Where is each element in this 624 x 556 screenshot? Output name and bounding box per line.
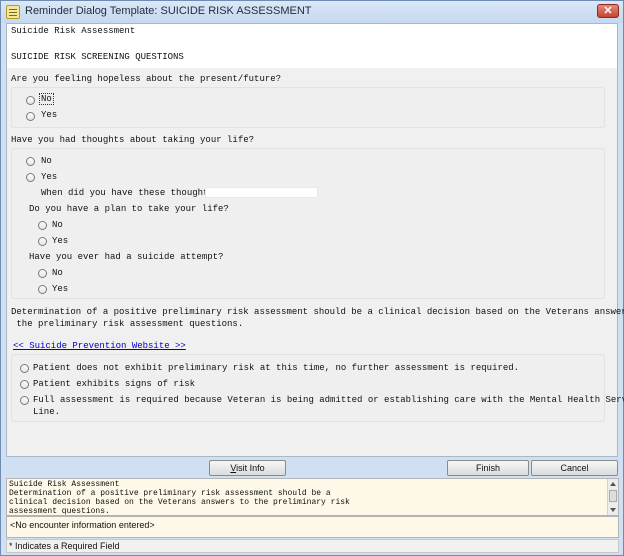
encounter-info: <No encounter information entered> — [6, 516, 619, 538]
preview-scrollbar[interactable] — [607, 479, 618, 515]
status-text: * Indicates a Required Field — [9, 541, 120, 551]
attempt-question: Have you ever had a suicide attempt? — [29, 252, 224, 262]
plan-no-label[interactable]: No — [52, 220, 63, 230]
determination-line-2: the preliminary risk assessment question… — [11, 319, 244, 329]
q2-yes-label[interactable]: Yes — [41, 172, 57, 182]
q2-when-input[interactable] — [205, 187, 318, 198]
preview-line: assessment questions. — [9, 507, 110, 516]
q1-question: Are you feeling hopeless about the prese… — [11, 74, 282, 84]
outcome-full-label-cont: Line. — [33, 407, 61, 417]
status-bar: * Indicates a Required Field — [6, 539, 619, 553]
preview-line: Suicide Risk Assessment — [9, 480, 120, 489]
plan-yes-label[interactable]: Yes — [52, 236, 68, 246]
q2-question: Have you had thoughts about taking your … — [11, 135, 255, 145]
q2-no-label[interactable]: No — [41, 156, 52, 166]
attempt-no-radio[interactable] — [38, 269, 47, 278]
attempt-no-label[interactable]: No — [52, 268, 63, 278]
q1-no-label[interactable]: No — [39, 93, 54, 105]
outcome-signs-radio[interactable] — [20, 380, 29, 389]
outcome-full-label[interactable]: Full assessment is required because Vete… — [33, 395, 624, 405]
note-preview[interactable]: Suicide Risk Assessment Determination of… — [6, 478, 619, 516]
scroll-thumb[interactable] — [609, 490, 617, 502]
plan-question: Do you have a plan to take your life? — [29, 204, 229, 214]
q2-when-label: When did you have these thoughts? — [41, 188, 220, 198]
cancel-button[interactable]: Cancel — [531, 460, 618, 476]
preview-line: clinical decision based on the Veterans … — [9, 498, 350, 507]
dialog-heading: Suicide Risk Assessment — [11, 26, 136, 36]
template-content: Suicide Risk Assessment SUICIDE RISK SCR… — [6, 23, 624, 457]
window-title: Reminder Dialog Template: SUICIDE RISK A… — [25, 5, 312, 17]
attempt-yes-radio[interactable] — [38, 285, 47, 294]
q2-group: No Yes When did you have these thoughts?… — [11, 148, 605, 299]
q2-no-radio[interactable] — [26, 157, 35, 166]
outcome-signs-label[interactable]: Patient exhibits signs of risk — [33, 379, 195, 389]
plan-no-radio[interactable] — [38, 221, 47, 230]
outcome-group: Patient does not exhibit preliminary ris… — [11, 354, 624, 422]
header-area: Suicide Risk Assessment SUICIDE RISK SCR… — [7, 24, 617, 68]
q1-yes-label[interactable]: Yes — [41, 110, 57, 120]
suicide-prevention-link[interactable]: << Suicide Prevention Website >> — [13, 341, 186, 351]
title-bar[interactable]: Reminder Dialog Template: SUICIDE RISK A… — [1, 1, 623, 23]
finish-button[interactable]: Finish — [447, 460, 529, 476]
q2-yes-radio[interactable] — [26, 173, 35, 182]
preview-line: Determination of a positive preliminary … — [9, 489, 331, 498]
scroll-up-arrow-icon[interactable] — [610, 482, 616, 486]
q1-yes-radio[interactable] — [26, 112, 35, 121]
close-button[interactable]: ✕ — [597, 4, 619, 18]
visit-info-button[interactable]: Visit Info — [209, 460, 286, 476]
visit-info-rest: isit Info — [236, 463, 265, 473]
dialog-window: Reminder Dialog Template: SUICIDE RISK A… — [0, 0, 624, 556]
attempt-yes-label[interactable]: Yes — [52, 284, 68, 294]
determination-line-1: Determination of a positive preliminary … — [11, 307, 624, 317]
plan-yes-radio[interactable] — [38, 237, 47, 246]
outcome-no-risk-radio[interactable] — [20, 364, 29, 373]
q1-no-radio[interactable] — [26, 96, 35, 105]
outcome-no-risk-label[interactable]: Patient does not exhibit preliminary ris… — [33, 363, 519, 373]
section-title: SUICIDE RISK SCREENING QUESTIONS — [11, 52, 184, 62]
q1-group: No Yes — [11, 87, 605, 128]
encounter-text: <No encounter information entered> — [10, 520, 155, 530]
scroll-down-arrow-icon[interactable] — [610, 508, 616, 512]
app-icon — [6, 5, 20, 19]
outcome-full-radio[interactable] — [20, 396, 29, 405]
